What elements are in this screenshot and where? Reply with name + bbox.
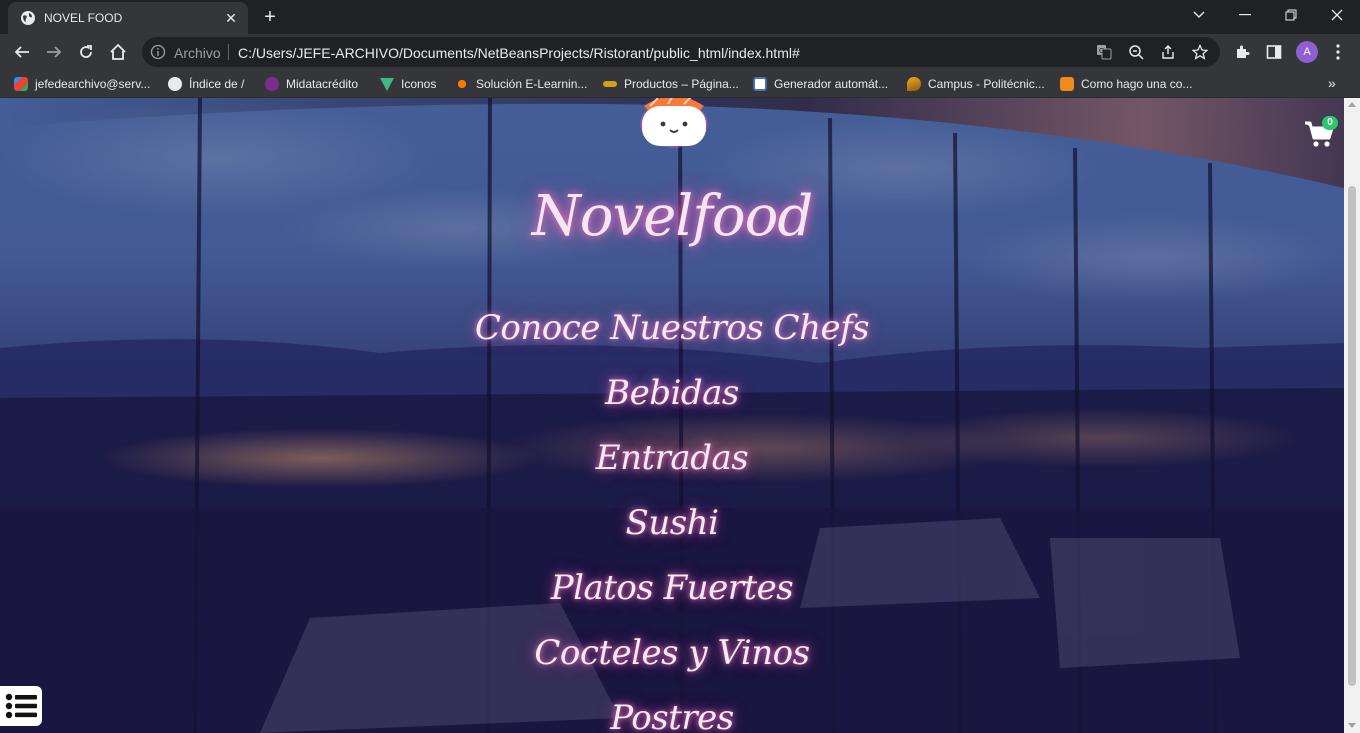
page-icon [1060, 77, 1074, 91]
tab-strip: NOVEL FOOD ✕ + [0, 0, 1360, 34]
bookmark-label: Midatacrédito [286, 77, 359, 91]
sushi-logo-icon [640, 98, 708, 148]
bookmark-label: Campus - Politécnic... [928, 77, 1045, 91]
list-icon [5, 693, 37, 719]
info-icon[interactable] [150, 44, 166, 60]
bookmark-indice[interactable]: Índice de / [168, 75, 244, 93]
bookmark-label: Generador automát... [774, 77, 889, 91]
tab-title: NOVEL FOOD [44, 11, 123, 25]
zoom-icon[interactable] [1126, 42, 1146, 62]
bookmark-label: Iconos [401, 77, 437, 91]
share-icon[interactable] [1158, 42, 1178, 62]
bookmark-label: Productos – Página... [624, 77, 739, 91]
close-tab-icon[interactable]: ✕ [222, 9, 240, 27]
more-menu-icon[interactable] [1326, 40, 1350, 64]
elearning-icon [455, 77, 469, 91]
main-menu: Conoce Nuestros Chefs Bebidas Entradas S… [372, 298, 972, 733]
bookmark-label: Índice de / [189, 77, 245, 91]
menu-item-entradas[interactable]: Entradas [372, 428, 972, 493]
new-tab-button[interactable]: + [258, 6, 282, 28]
profile-avatar[interactable]: A [1296, 41, 1318, 63]
productos-icon [603, 81, 617, 87]
bookmark-label: Solución E-Learnin... [476, 77, 588, 91]
scroll-up-icon[interactable] [1348, 102, 1356, 107]
restore-button[interactable] [1268, 0, 1314, 30]
tab-search-icon[interactable] [1176, 0, 1222, 30]
campus-icon [907, 77, 921, 91]
reload-icon[interactable] [72, 38, 100, 66]
bookmark-star-icon[interactable] [1190, 42, 1210, 62]
bookmark-productos[interactable]: Productos – Página... [603, 75, 739, 93]
bookmarks-overflow-icon[interactable]: » [1328, 75, 1336, 91]
menu-list-button[interactable] [0, 686, 42, 726]
address-url[interactable]: C:/Users/JEFE-ARCHIVO/Documents/NetBeans… [238, 45, 800, 61]
back-icon[interactable] [8, 38, 36, 66]
page-scrollbar[interactable] [1344, 98, 1360, 733]
forward-icon[interactable] [40, 38, 68, 66]
bookmark-gmail[interactable]: jefedearchivo@serv... [14, 75, 150, 93]
svg-text:G: G [1099, 48, 1104, 55]
extensions-icon[interactable] [1230, 40, 1254, 64]
address-bar[interactable]: Archivo C:/Users/JEFE-ARCHIVO/Documents/… [142, 37, 1220, 67]
globe-icon [168, 77, 182, 91]
bookmark-como-hago[interactable]: Como hago una co... [1060, 75, 1192, 93]
scrollbar-thumb[interactable] [1348, 186, 1356, 686]
menu-item-cocteles-vinos[interactable]: Cocteles y Vinos [372, 623, 972, 688]
menu-item-sushi[interactable]: Sushi [372, 493, 972, 558]
menu-item-chefs[interactable]: Conoce Nuestros Chefs [372, 298, 972, 363]
bookmark-label: Como hago una co... [1081, 77, 1193, 91]
bookmark-midatacredito[interactable]: Midatacrédito [265, 75, 358, 93]
gmail-icon [14, 77, 28, 91]
translate-icon[interactable]: G [1094, 42, 1114, 62]
midatacredito-icon [265, 77, 279, 91]
globe-icon [21, 11, 35, 25]
address-scheme: Archivo [174, 45, 221, 61]
vue-icon [380, 77, 394, 91]
address-divider [228, 44, 229, 60]
bookmark-iconos[interactable]: Iconos [380, 75, 436, 93]
menu-item-bebidas[interactable]: Bebidas [372, 363, 972, 428]
bookmark-generador[interactable]: Generador automát... [753, 75, 888, 93]
scroll-down-icon[interactable] [1348, 723, 1356, 728]
bookmark-elearning[interactable]: Solución E-Learnin... [455, 75, 587, 93]
browser-tab[interactable]: NOVEL FOOD ✕ [8, 2, 248, 34]
page-viewport: 0 Novelfood Conoce Nuestros Chefs Bebida… [0, 98, 1344, 733]
brand-title: Novelfood [531, 184, 813, 249]
bookmark-campus[interactable]: Campus - Politécnic... [907, 75, 1045, 93]
bookmarks-bar: jefedearchivo@serv... Índice de / Midata… [0, 70, 1360, 98]
home-icon[interactable] [104, 38, 132, 66]
minimize-button[interactable] [1222, 0, 1268, 30]
document-icon [753, 77, 767, 91]
menu-item-postres[interactable]: Postres [372, 688, 972, 733]
menu-item-platos-fuertes[interactable]: Platos Fuertes [372, 558, 972, 623]
cart-count-badge: 0 [1322, 116, 1338, 130]
side-panel-icon[interactable] [1262, 40, 1286, 64]
bookmark-label: jefedearchivo@serv... [35, 77, 151, 91]
close-window-button[interactable] [1314, 0, 1360, 30]
browser-toolbar: Archivo C:/Users/JEFE-ARCHIVO/Documents/… [0, 34, 1360, 70]
